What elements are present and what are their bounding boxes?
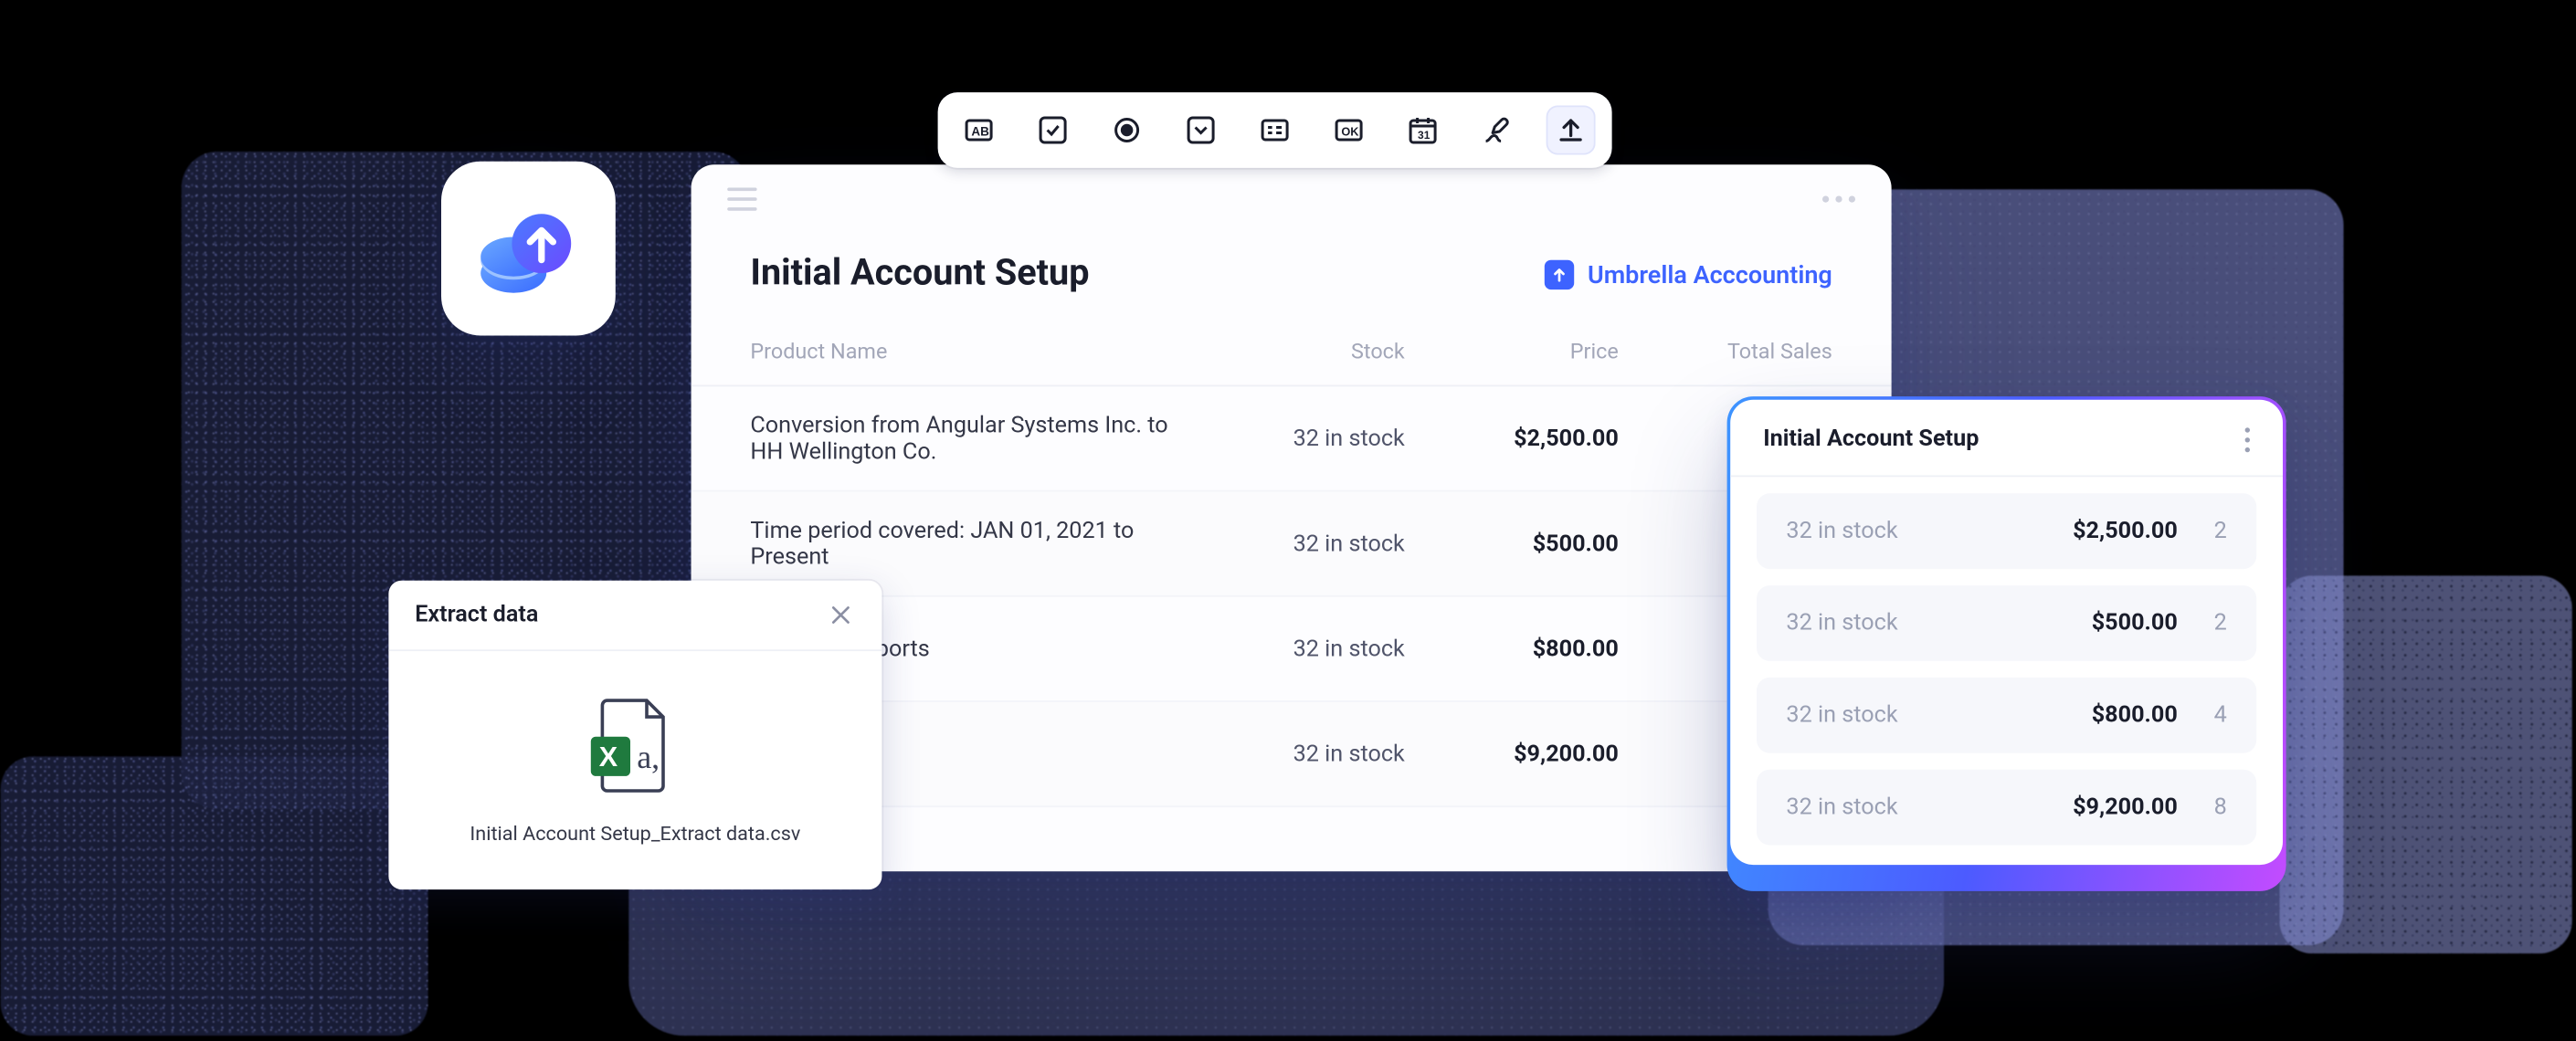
page-title: Initial Account Setup: [750, 253, 1089, 294]
summary-count: 2: [2178, 518, 2227, 544]
svg-text:31: 31: [1418, 129, 1431, 142]
close-icon[interactable]: [826, 600, 855, 629]
col-stock: Stock: [1191, 341, 1405, 365]
summary-count: 2: [2178, 610, 2227, 636]
upload-icon[interactable]: [1547, 105, 1596, 154]
summary-stock: 32 in stock: [1786, 702, 1996, 729]
cell-price: $800.00: [1405, 636, 1619, 662]
csv-file-icon: X a,: [581, 697, 690, 792]
cell-stock: 32 in stock: [1191, 636, 1405, 662]
cell-price: $500.00: [1405, 531, 1619, 557]
col-product-name: Product Name: [750, 341, 1190, 365]
summary-title: Initial Account Setup: [1763, 426, 1979, 452]
brand-logo-icon: [1545, 259, 1574, 289]
cell-price: $2,500.00: [1405, 426, 1619, 452]
field-type-toolbar: AB OK 31: [938, 92, 1612, 168]
svg-text:OK: OK: [1341, 124, 1359, 138]
cell-stock: 32 in stock: [1191, 531, 1405, 557]
table-row[interactable]: Conversion from Angular Systems Inc. to …: [692, 386, 1892, 491]
checkbox-icon[interactable]: [1029, 105, 1078, 154]
summary-count: 8: [2178, 794, 2227, 821]
summary-stock: 32 in stock: [1786, 794, 1996, 821]
dropdown-icon[interactable]: [1177, 105, 1226, 154]
ab-text-icon[interactable]: AB: [955, 105, 1004, 154]
col-price: Price: [1405, 341, 1619, 365]
extract-filename: Initial Account Setup_Extract data.csv: [470, 821, 800, 844]
kebab-icon[interactable]: [2245, 426, 2250, 451]
cell-name: Time period covered: JAN 01, 2021 to Pre…: [750, 517, 1190, 570]
extract-body: X a, Initial Account Setup_Extract data.…: [388, 651, 882, 889]
signature-icon[interactable]: [1473, 105, 1522, 154]
extract-data-panel: Extract data X a, Initial Account Setup_…: [388, 581, 882, 889]
summary-rows: 32 in stock $2,500.00 2 32 in stock $500…: [1730, 477, 2283, 851]
more-icon[interactable]: [1822, 195, 1855, 202]
extract-title: Extract data: [415, 602, 538, 628]
radio-icon[interactable]: [1103, 105, 1152, 154]
summary-row[interactable]: 32 in stock $500.00 2: [1757, 585, 2256, 661]
col-total-sales: Total Sales: [1619, 341, 1832, 365]
summary-row[interactable]: 32 in stock $9,200.00 8: [1757, 770, 2256, 846]
summary-card: Initial Account Setup 32 in stock $2,500…: [1730, 400, 2283, 889]
brand[interactable]: Umbrella Acccounting: [1545, 259, 1832, 289]
summary-price: $800.00: [1997, 702, 2178, 729]
cell-price: $9,200.00: [1405, 741, 1619, 767]
summary-price: $2,500.00: [1997, 518, 2178, 544]
noise-shadow: [2279, 575, 2571, 953]
window-titlebar: [692, 164, 1892, 220]
svg-text:a,: a,: [637, 738, 660, 774]
svg-text:AB: AB: [971, 124, 989, 138]
date-icon[interactable]: 31: [1399, 105, 1448, 154]
coins-upload-icon: [474, 195, 583, 303]
extract-header: Extract data: [388, 581, 882, 651]
summary-stock: 32 in stock: [1786, 518, 1996, 544]
cell-stock: 32 in stock: [1191, 426, 1405, 452]
summary-row[interactable]: 32 in stock $800.00 4: [1757, 678, 2256, 753]
summary-count: 4: [2178, 702, 2227, 729]
cell-stock: 32 in stock: [1191, 741, 1405, 767]
page-heading: Initial Account Setup Umbrella Acccounti…: [692, 220, 1892, 321]
table-header: Product Name Stock Price Total Sales: [692, 321, 1892, 386]
summary-header: Initial Account Setup: [1730, 400, 2283, 478]
hamburger-icon[interactable]: [727, 187, 756, 210]
form-list-icon[interactable]: [1251, 105, 1300, 154]
summary-stock: 32 in stock: [1786, 610, 1996, 636]
svg-text:X: X: [599, 741, 618, 772]
summary-row[interactable]: 32 in stock $2,500.00 2: [1757, 493, 2256, 569]
summary-price: $500.00: [1997, 610, 2178, 636]
cell-name: Conversion from Angular Systems Inc. to …: [750, 412, 1190, 465]
summary-price: $9,200.00: [1997, 794, 2178, 821]
app-badge: [441, 162, 616, 336]
brand-name: Umbrella Acccounting: [1588, 259, 1832, 289]
ok-button-icon[interactable]: OK: [1325, 105, 1374, 154]
